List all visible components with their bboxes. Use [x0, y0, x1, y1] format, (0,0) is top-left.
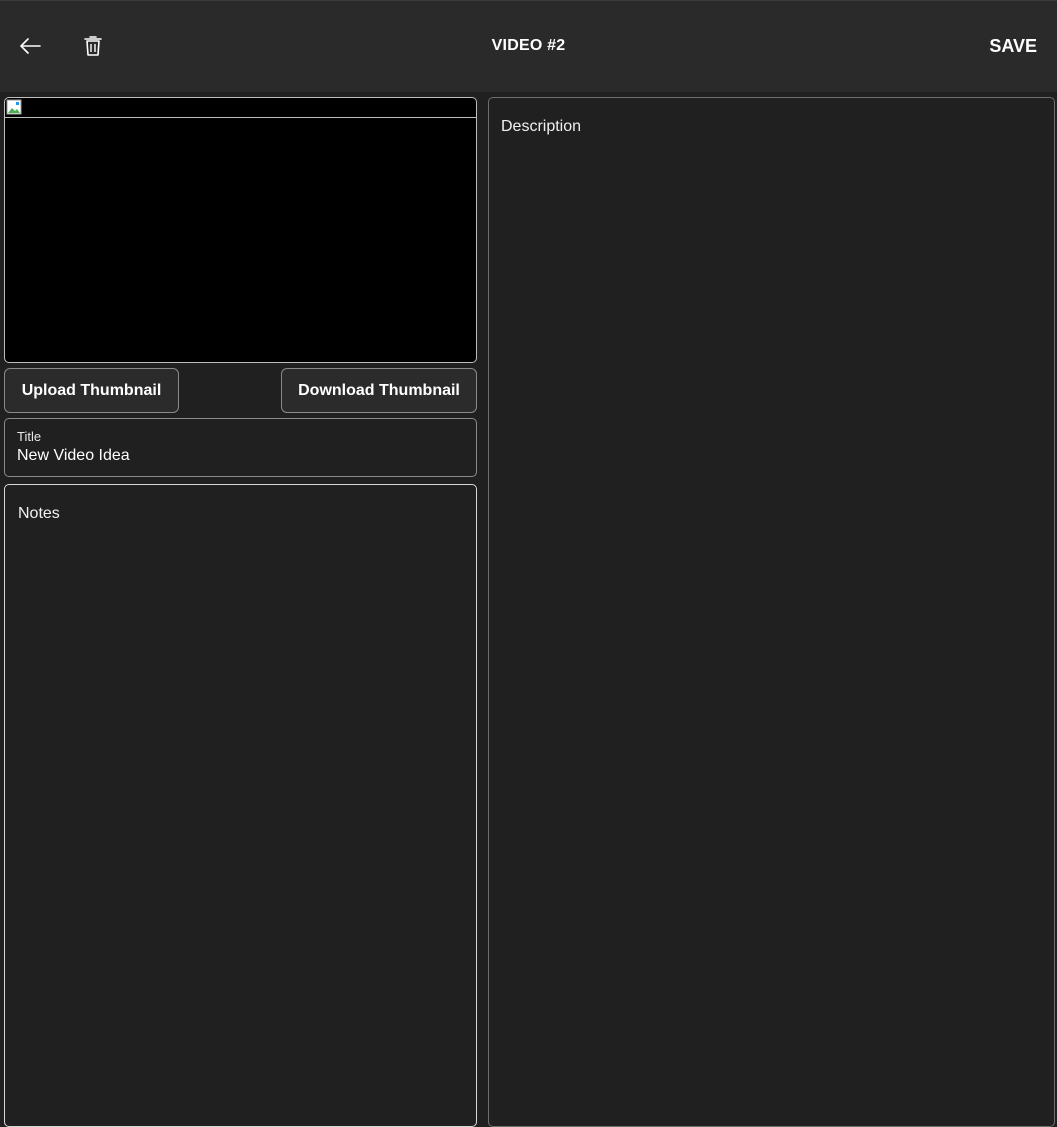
upload-thumbnail-button[interactable]: Upload Thumbnail	[4, 368, 179, 413]
thumbnail-preview	[4, 97, 477, 363]
description-textarea[interactable]: Description	[488, 97, 1055, 1127]
save-button[interactable]: SAVE	[989, 36, 1037, 57]
page-title: VIDEO #2	[491, 37, 566, 54]
title-field[interactable]: Title	[4, 418, 477, 477]
broken-image-frame	[5, 98, 476, 118]
notes-textarea[interactable]: Notes	[4, 484, 477, 1127]
description-placeholder: Description	[501, 118, 582, 135]
app-header: VIDEO #2 SAVE	[0, 0, 1057, 92]
title-input[interactable]	[17, 447, 457, 465]
broken-image-icon	[6, 99, 22, 115]
video-editor: VIDEO #2 SAVE Upload Thumbnail Download …	[0, 0, 1057, 1127]
notes-placeholder: Notes	[18, 505, 60, 522]
title-label: Title	[17, 429, 42, 444]
download-thumbnail-button[interactable]: Download Thumbnail	[281, 368, 477, 413]
